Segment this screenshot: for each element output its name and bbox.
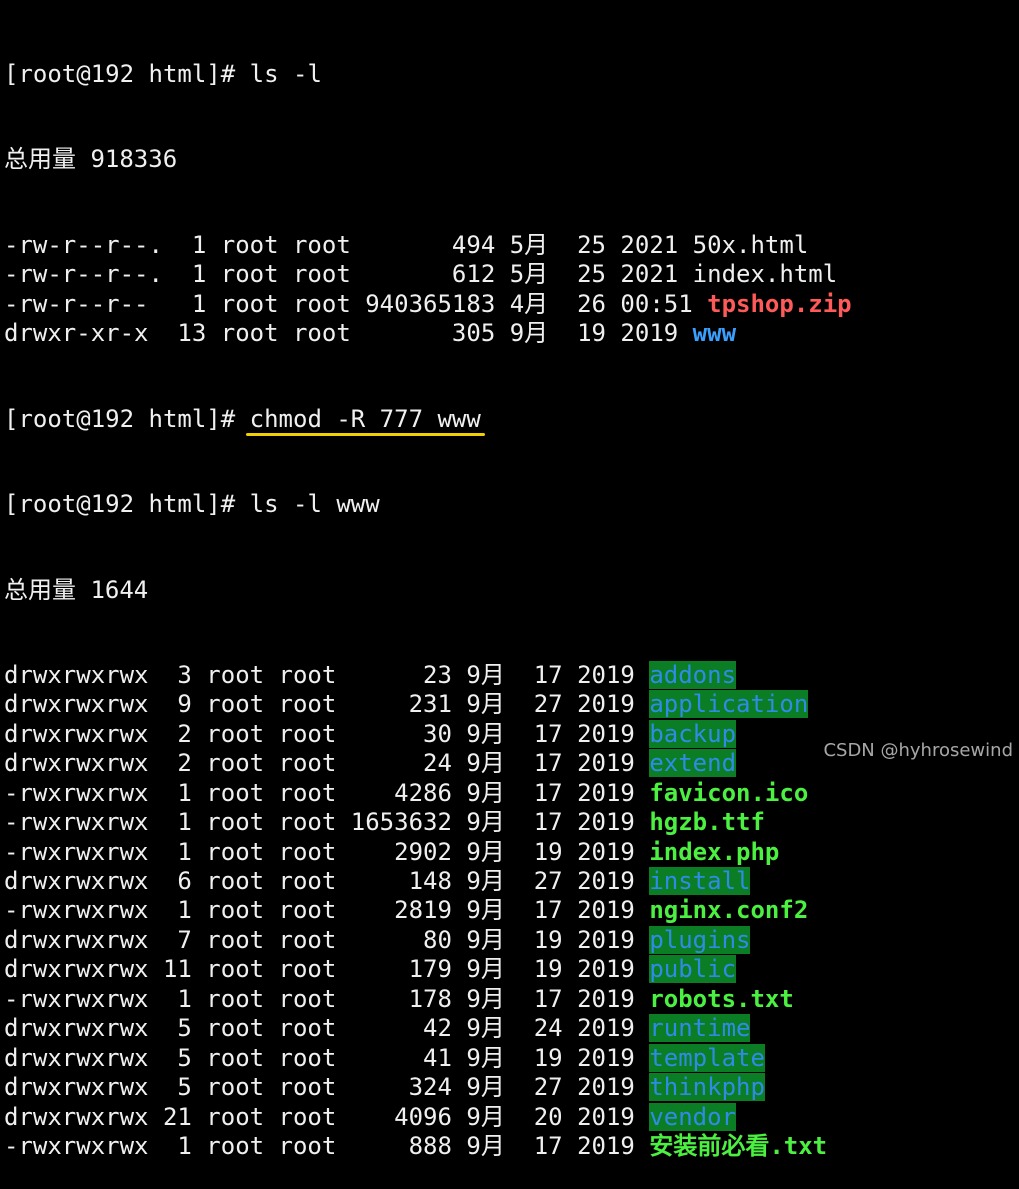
file-attributes: -rwxrwxrwx 1 root root 4286 9月 17 2019	[4, 778, 650, 807]
file-attributes: drwxrwxrwx 5 root root 41 9月 19 2019	[4, 1043, 650, 1072]
file-attributes: drwxrwxrwx 7 root root 80 9月 19 2019	[4, 925, 650, 954]
file-entry: drwxrwxrwx 3 root root 23 9月 17 2019 add…	[4, 660, 1019, 690]
highlighted-command: chmod -R 777 www	[245, 404, 485, 436]
file-entry: -rwxrwxrwx 1 root root 4286 9月 17 2019 f…	[4, 779, 1019, 808]
file-attributes: drwxrwxrwx 3 root root 23 9月 17 2019	[4, 660, 650, 689]
csdn-watermark: CSDN @hyhrosewind	[823, 740, 1013, 761]
file-name: runtime	[649, 1014, 751, 1043]
file-name: index.html	[692, 260, 838, 289]
file-name: public	[649, 955, 737, 984]
file-attributes: drwxr-xr-x 13 root root 305 9月 19 2019	[4, 319, 693, 348]
file-name: robots.txt	[649, 984, 794, 1013]
file-attributes: drwxrwxrwx 2 root root 30 9月 17 2019	[4, 719, 650, 748]
file-listing: -rw-r--r--. 1 root root 494 5月 25 2021 5…	[4, 231, 1019, 349]
file-entry: -rwxrwxrwx 1 root root 888 9月 17 2019 安装…	[4, 1132, 1019, 1161]
file-name: addons	[649, 660, 737, 689]
file-name: plugins	[649, 925, 751, 954]
file-name: hgzb.ttf	[649, 808, 765, 837]
file-attributes: drwxrwxrwx 5 root root 42 9月 24 2019	[4, 1014, 650, 1043]
file-attributes: -rwxrwxrwx 1 root root 2819 9月 17 2019	[4, 896, 650, 925]
file-attributes: drwxrwxrwx 21 root root 4096 9月 20 2019	[4, 1102, 650, 1131]
file-name: 50x.html	[692, 230, 809, 259]
file-entry: -rw-r--r--. 1 root root 494 5月 25 2021 5…	[4, 231, 1019, 260]
file-attributes: -rwxrwxrwx 1 root root 178 9月 17 2019	[4, 984, 650, 1013]
shell-prompt: [root@192 html]#	[4, 490, 250, 519]
shell-prompt: [root@192 html]#	[4, 404, 250, 433]
file-attributes: drwxrwxrwx 2 root root 24 9月 17 2019	[4, 749, 650, 778]
file-entry: -rwxrwxrwx 1 root root 178 9月 17 2019 ro…	[4, 985, 1019, 1014]
file-name: nginx.conf2	[649, 896, 809, 925]
file-entry: -rw-r--r-- 1 root root 940365183 4月 26 0…	[4, 290, 1019, 319]
file-attributes: drwxrwxrwx 6 root root 148 9月 27 2019	[4, 867, 650, 895]
file-entry: drwxr-xr-x 13 root root 305 9月 19 2019 w…	[4, 319, 1019, 348]
file-name: thinkphp	[649, 1073, 765, 1102]
file-entry: -rwxrwxrwx 1 root root 1653632 9月 17 201…	[4, 808, 1019, 837]
file-attributes: -rw-r--r--. 1 root root 612 5月 25 2021	[4, 260, 693, 289]
file-name: extend	[649, 749, 737, 778]
file-name: index.php	[649, 837, 780, 866]
yellow-underline-annotation	[245, 432, 485, 436]
file-name: template	[649, 1043, 765, 1072]
file-entry: drwxrwxrwx 5 root root 41 9月 19 2019 tem…	[4, 1043, 1019, 1073]
file-entry: drwxrwxrwx 6 root root 148 9月 27 2019 in…	[4, 867, 1019, 896]
shell-prompt: [root@192 html]#	[4, 60, 250, 88]
command-line: [root@192 html]# ls -l	[4, 60, 1019, 89]
file-attributes: drwxrwxrwx 9 root root 231 9月 27 2019	[4, 690, 650, 719]
command-text: chmod -R 777 www	[249, 404, 481, 433]
file-name: backup	[649, 719, 737, 748]
total-size-line: 总用量 918336	[4, 145, 178, 174]
file-name: www	[692, 319, 737, 348]
command-line: [root@192 html]# ls -l www	[4, 490, 1019, 519]
command-line: [root@192 html]# chmod -R 777 www	[4, 404, 1019, 436]
file-attributes: -rwxrwxrwx 1 root root 888 9月 17 2019	[4, 1131, 650, 1160]
file-entry: drwxrwxrwx 5 root root 42 9月 24 2019 run…	[4, 1014, 1019, 1043]
file-name: install	[649, 867, 751, 895]
terminal-output[interactable]: [root@192 html]# ls -l 总用量 918336 -rw-r-…	[4, 4, 1019, 1160]
file-name: application	[649, 690, 809, 719]
file-attributes: -rw-r--r--. 1 root root 494 5月 25 2021	[4, 230, 693, 259]
file-attributes: -rwxrwxrwx 1 root root 1653632 9月 17 201…	[4, 808, 650, 837]
file-attributes: drwxrwxrwx 11 root root 179 9月 19 2019	[4, 955, 650, 984]
file-name: 安装前必看.txt	[649, 1131, 828, 1160]
file-attributes: drwxrwxrwx 5 root root 324 9月 27 2019	[4, 1073, 650, 1102]
command-text: ls -l	[249, 60, 322, 88]
file-entry: -rwxrwxrwx 1 root root 2819 9月 17 2019 n…	[4, 896, 1019, 925]
file-name: favicon.ico	[649, 778, 809, 807]
file-name: vendor	[649, 1102, 737, 1131]
file-entry: drwxrwxrwx 7 root root 80 9月 19 2019 plu…	[4, 925, 1019, 955]
total-size-line: 总用量 1644	[4, 575, 149, 604]
file-entry: drwxrwxrwx 5 root root 324 9月 27 2019 th…	[4, 1073, 1019, 1102]
file-entry: drwxrwxrwx 21 root root 4096 9月 20 2019 …	[4, 1102, 1019, 1132]
command-text: ls -l www	[249, 490, 380, 519]
file-entry: drwxrwxrwx 11 root root 179 9月 19 2019 p…	[4, 955, 1019, 984]
file-attributes: -rwxrwxrwx 1 root root 2902 9月 19 2019	[4, 837, 650, 866]
file-name: tpshop.zip	[707, 289, 852, 318]
file-entry: -rwxrwxrwx 1 root root 2902 9月 19 2019 i…	[4, 838, 1019, 867]
file-listing: drwxrwxrwx 3 root root 23 9月 17 2019 add…	[4, 660, 1019, 1161]
file-entry: -rw-r--r--. 1 root root 612 5月 25 2021 i…	[4, 260, 1019, 289]
file-attributes: -rw-r--r-- 1 root root 940365183 4月 26 0…	[4, 289, 708, 318]
file-entry: drwxrwxrwx 9 root root 231 9月 27 2019 ap…	[4, 690, 1019, 719]
